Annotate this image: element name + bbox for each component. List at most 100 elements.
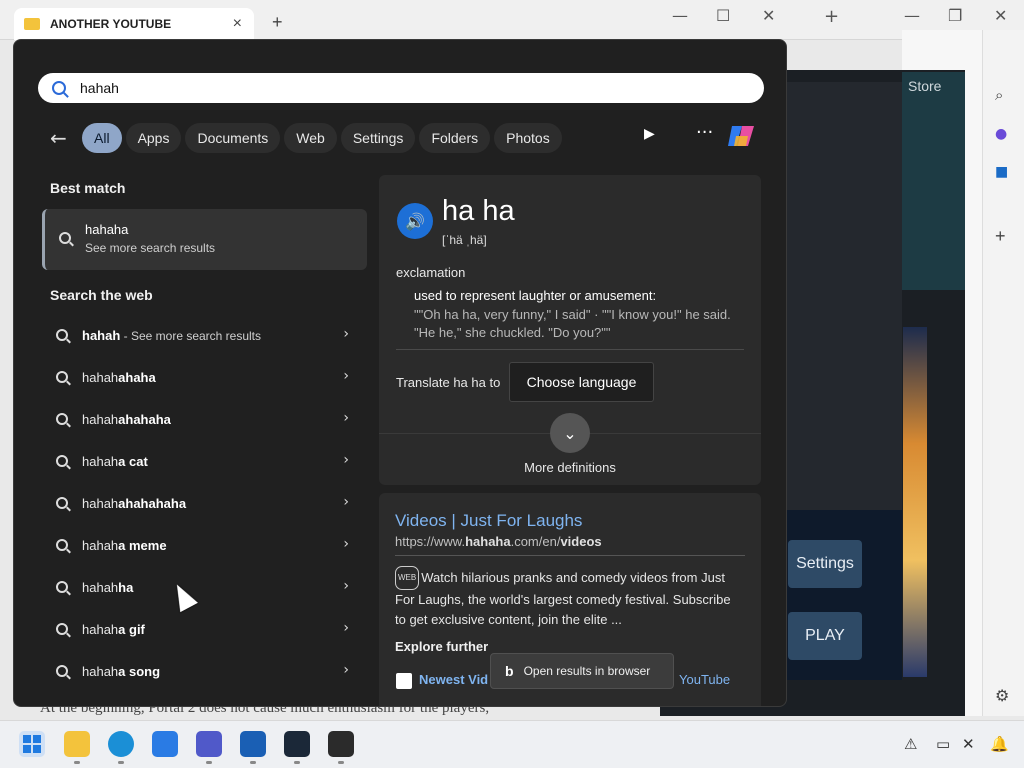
outlook-icon[interactable]: ■ [995, 164, 1008, 180]
edge-minimize-icon[interactable]: — [904, 6, 920, 25]
speaker-icon[interactable]: 🔊 [397, 203, 433, 239]
filter-web[interactable]: Web [284, 123, 337, 153]
game-art [903, 327, 927, 677]
filter-folders[interactable]: Folders [419, 123, 491, 153]
edge-sidebar: ⌕ ● ■ + ⚙ [982, 30, 1024, 716]
start-button[interactable] [19, 731, 45, 757]
web-suggestion-item[interactable]: hahaha meme › [42, 525, 367, 565]
best-match-item[interactable]: hahaha See more search results [42, 209, 367, 270]
dictionary-card: 🔊 ha ha [ˈhä ˌhä] exclamation used to re… [379, 175, 761, 485]
edge-close-icon[interactable]: ✕ [994, 6, 1007, 25]
edge-icon[interactable] [108, 731, 134, 757]
web-suggestion-item[interactable]: hahah - See more search results › [42, 315, 367, 355]
web-suggestion-item[interactable]: hahaha song › [42, 651, 367, 691]
network-icon[interactable]: ⚠ [904, 735, 917, 753]
steam-icon[interactable] [284, 731, 310, 757]
explorer-tab-title: ANOTHER YOUTUBE [50, 17, 172, 31]
web-suggestion-item[interactable]: hahaha gif › [42, 609, 367, 649]
windows-logo-icon [23, 735, 41, 753]
search-icon [56, 581, 68, 593]
search-icon [59, 232, 71, 244]
new-tab-icon[interactable]: + [824, 6, 839, 27]
display-icon[interactable]: ▭ [936, 735, 950, 753]
edge-restore-icon[interactable]: ❐ [948, 6, 962, 25]
running-indicator [206, 761, 212, 764]
more-options-icon[interactable]: ··· [696, 122, 713, 143]
app-icon[interactable] [328, 731, 354, 757]
settings-button[interactable]: Settings [788, 540, 862, 588]
search-icon [56, 497, 68, 509]
divider [396, 349, 744, 350]
filter-bar: ← All Apps Documents Web Settings Folder… [50, 122, 566, 154]
web-suggestion-item[interactable]: hahahahahaha › [42, 399, 367, 439]
explore-item-link[interactable]: Newest Vid [419, 672, 488, 687]
maximize-icon[interactable]: ☐ [716, 6, 730, 25]
choose-language-button[interactable]: Choose language [509, 362, 654, 402]
explorer-window-titlebar: ANOTHER YOUTUBE × + — ☐ ✕ + — ❐ ✕ [0, 0, 1024, 40]
explore-thumbnail [396, 673, 412, 689]
chevron-right-icon: › [343, 620, 349, 636]
windows-search-panel: ← All Apps Documents Web Settings Folder… [13, 39, 787, 707]
divider [395, 555, 745, 556]
search-input[interactable] [80, 80, 680, 96]
back-arrow-icon[interactable]: ← [50, 126, 70, 150]
dictionary-word: ha ha [442, 195, 515, 227]
running-indicator [294, 761, 300, 764]
definition-example: ""Oh ha ha, very funny," I said" · ""I k… [414, 307, 731, 340]
minimize-icon[interactable]: — [672, 6, 688, 25]
file-explorer-icon[interactable] [64, 731, 90, 757]
search-web-heading: Search the web [50, 287, 153, 303]
add-icon[interactable]: + [995, 226, 1006, 247]
search-box[interactable] [38, 73, 764, 103]
open-in-browser-label: Open results in browser [523, 664, 651, 678]
web-suggestion-item[interactable]: hahahha › [42, 567, 367, 607]
explorer-tab[interactable]: ANOTHER YOUTUBE × [14, 8, 254, 40]
store-banner[interactable]: Store [902, 72, 965, 290]
filter-settings[interactable]: Settings [340, 123, 416, 153]
store-icon[interactable] [152, 731, 178, 757]
definition-text: used to represent laughter or amusement: [414, 288, 657, 303]
teams-icon[interactable] [196, 731, 222, 757]
filter-all[interactable]: All [82, 123, 122, 153]
filter-photos[interactable]: Photos [494, 123, 562, 153]
filter-documents[interactable]: Documents [185, 123, 281, 153]
best-match-title: hahaha [85, 222, 129, 237]
store-label: Store [908, 78, 942, 94]
web-suggestion-item[interactable]: hahahahaha › [42, 357, 367, 397]
web-result-url[interactable]: https://www.hahaha.com/en/videos [395, 534, 602, 549]
search-icon [56, 623, 68, 635]
web-suggestion-label: hahahahahahaha [82, 495, 187, 511]
close-window-icon[interactable]: ✕ [762, 6, 775, 25]
chevron-right-icon: › [343, 326, 349, 342]
notification-bell-icon[interactable]: 🔔 [990, 735, 1009, 753]
more-definitions-link[interactable]: More definitions [379, 460, 761, 475]
volume-icon[interactable]: ✕ [962, 735, 975, 753]
search-icon [56, 665, 68, 677]
search-icon [56, 539, 68, 551]
new-tab-icon[interactable]: + [272, 12, 283, 33]
web-page-area [786, 82, 902, 510]
web-suggestion-item[interactable]: hahahahahahaha › [42, 483, 367, 523]
explore-source-link[interactable]: YouTube [679, 672, 730, 687]
filter-apps[interactable]: Apps [125, 123, 182, 153]
office-icon[interactable]: ● [995, 126, 1007, 142]
play-button[interactable]: PLAY [788, 612, 862, 660]
web-suggestion-item[interactable]: hahaha cat › [42, 441, 367, 481]
running-indicator [118, 761, 124, 764]
running-indicator [74, 761, 80, 764]
web-suggestion-label: hahaha song [82, 663, 161, 679]
close-tab-icon[interactable]: × [233, 15, 242, 33]
web-suggestion-label: hahahahahaha [82, 411, 171, 427]
open-in-browser-button[interactable]: b Open results in browser [490, 653, 674, 689]
taskbar: ⚠ ▭ ✕ 🔔 [0, 720, 1024, 768]
more-filters-play-icon[interactable]: ▶ [644, 126, 655, 142]
search-icon[interactable]: ⌕ [995, 86, 1003, 104]
web-suggestion-label: hahaha meme [82, 537, 167, 553]
copilot-icon[interactable] [726, 122, 758, 150]
web-result-title[interactable]: Videos | Just For Laughs [395, 511, 582, 531]
photos-icon[interactable] [240, 731, 266, 757]
chevron-right-icon: › [343, 536, 349, 552]
chevron-down-icon[interactable]: ⌄ [550, 413, 590, 453]
settings-gear-icon[interactable]: ⚙ [995, 686, 1009, 705]
chevron-right-icon: › [343, 662, 349, 678]
